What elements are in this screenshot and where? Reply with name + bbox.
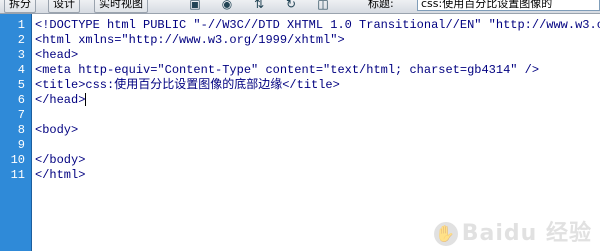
refresh-icon[interactable]: ↻ xyxy=(280,0,302,12)
split-view-button[interactable]: 拆分 xyxy=(4,0,36,13)
browser-preview-icon[interactable]: ◉ xyxy=(216,0,238,12)
baidu-paw-icon: ✋ xyxy=(433,222,458,246)
baidu-watermark: ✋ Baidu 经验 xyxy=(433,215,592,247)
line-number: 5 xyxy=(17,78,25,92)
line-number: 9 xyxy=(17,138,25,152)
line-number: 1 xyxy=(17,18,25,32)
live-view-label: 实时视图 xyxy=(99,0,143,10)
line-numbers: 1 2 3 4 5 6 7 8 9 10 11 xyxy=(0,14,31,251)
text-caret xyxy=(85,93,87,107)
code-line[interactable]: <html xmlns="http://www.w3.org/1999/xhtm… xyxy=(35,33,345,48)
line-number: 4 xyxy=(17,63,25,77)
design-view-label: 设计 xyxy=(53,0,75,10)
code-line[interactable]: <body> xyxy=(35,123,78,138)
live-view-button[interactable]: 实时视图 xyxy=(94,0,148,13)
design-view-button[interactable]: 设计 xyxy=(48,0,80,13)
code-line[interactable]: <title>css:使用百分比设置图像的底部边缘</title> xyxy=(35,78,340,93)
multiscreen-icon[interactable]: ▣ xyxy=(184,0,206,12)
line-number: 3 xyxy=(17,48,25,62)
file-management-icon[interactable]: ⇅ xyxy=(248,0,270,12)
document-title-input[interactable]: css:使用百分比设置图像的 xyxy=(417,0,600,11)
gutter-divider xyxy=(31,14,32,251)
code-line-text: </head> xyxy=(35,93,86,107)
code-line[interactable]: <!DOCTYPE html PUBLIC "-//W3C//DTD XHTML… xyxy=(35,18,600,33)
line-number: 6 xyxy=(17,93,25,107)
code-line[interactable]: </html> xyxy=(35,168,85,183)
line-number: 2 xyxy=(17,33,25,47)
document-toolbar: 拆分 设计 实时视图 ▣ ◉ ⇅ ↻ ◫ 标题: css:使用百分比设置图像的 xyxy=(0,0,600,14)
line-number-gutter: 1 2 3 4 5 6 7 8 9 10 11 xyxy=(0,14,31,251)
code-line-current[interactable]: </head> xyxy=(35,93,87,108)
code-line[interactable]: <head> xyxy=(35,48,78,63)
line-number: 10 xyxy=(10,153,25,167)
title-label: 标题: xyxy=(368,0,394,10)
line-number: 7 xyxy=(17,108,25,122)
visual-aids-icon[interactable]: ◫ xyxy=(312,0,334,12)
line-number: 8 xyxy=(17,123,25,137)
watermark-text: Baidu 经验 xyxy=(461,221,592,246)
line-number: 11 xyxy=(10,168,25,182)
code-line[interactable]: </body> xyxy=(35,153,85,168)
split-view-label: 拆分 xyxy=(9,0,31,10)
code-line[interactable]: <meta http-equiv="Content-Type" content=… xyxy=(35,63,539,78)
